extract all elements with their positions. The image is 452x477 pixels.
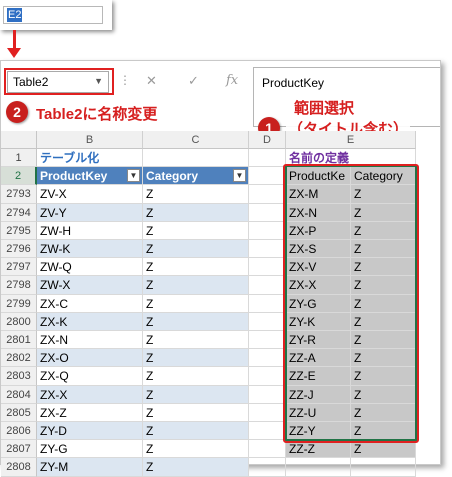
cell-d[interactable] <box>249 258 286 277</box>
cell-d[interactable] <box>249 276 286 295</box>
left-category-cell[interactable]: Z <box>143 203 249 222</box>
cell-d[interactable] <box>249 185 286 204</box>
left-productkey-cell[interactable]: ZY-D <box>37 422 143 441</box>
left-productkey-cell[interactable]: ZV-Y <box>37 203 143 222</box>
cell-d[interactable] <box>249 385 286 404</box>
table-header-productkey[interactable]: ProductKey ▼ <box>37 167 143 186</box>
name-box-snippet: E2 <box>0 0 112 30</box>
step2-badge: 2 <box>6 101 28 123</box>
left-category-cell[interactable]: Z <box>143 440 249 459</box>
column-header-b[interactable]: B <box>37 131 143 149</box>
left-category-cell[interactable]: Z <box>143 458 249 477</box>
left-category-cell[interactable]: Z <box>143 331 249 350</box>
cell-d[interactable] <box>249 403 286 422</box>
step2-label: Table2に名称変更 <box>34 103 160 124</box>
cell-c1[interactable] <box>143 149 249 168</box>
left-productkey-cell[interactable]: ZW-K <box>37 240 143 259</box>
cell-d[interactable] <box>249 331 286 350</box>
left-category-cell[interactable]: Z <box>143 258 249 277</box>
row-header[interactable]: 1 <box>1 149 37 168</box>
left-category-cell[interactable]: Z <box>143 294 249 313</box>
name-box-highlight <box>4 68 114 95</box>
filter-dropdown-icon[interactable]: ▼ <box>233 169 246 183</box>
row-header[interactable]: 2805 <box>1 403 37 422</box>
column-header-c[interactable]: C <box>143 131 249 149</box>
table-header-category-label: Category <box>146 169 199 184</box>
left-category-cell[interactable]: Z <box>143 367 249 386</box>
left-category-cell[interactable]: Z <box>143 422 249 441</box>
row-header[interactable]: 2806 <box>1 422 37 441</box>
row-header[interactable]: 2798 <box>1 276 37 295</box>
left-productkey-cell[interactable]: ZW-Q <box>37 258 143 277</box>
left-productkey-cell[interactable]: ZX-C <box>37 294 143 313</box>
row-header[interactable]: 2800 <box>1 312 37 331</box>
cell-f[interactable] <box>351 458 416 477</box>
left-category-cell[interactable]: Z <box>143 403 249 422</box>
left-category-cell[interactable]: Z <box>143 221 249 240</box>
cell-d[interactable] <box>249 349 286 368</box>
selection-highlight <box>283 164 419 443</box>
left-productkey-cell[interactable]: ZX-K <box>37 312 143 331</box>
table-header-productkey-label: ProductKey <box>40 169 108 184</box>
formula-bar-separator-icon: ⋮ <box>119 73 131 87</box>
left-productkey-cell[interactable]: ZW-X <box>37 276 143 295</box>
column-header-d[interactable]: D <box>249 131 286 149</box>
left-productkey-cell[interactable]: ZX-Q <box>37 367 143 386</box>
arrow-head-icon <box>7 48 21 58</box>
row-header[interactable]: 2793 <box>1 185 37 204</box>
cell-d1[interactable] <box>249 149 286 168</box>
cell-e[interactable] <box>286 458 351 477</box>
left-productkey-cell[interactable]: ZX-X <box>37 385 143 404</box>
row-header[interactable]: 2795 <box>1 221 37 240</box>
row-header[interactable]: 2802 <box>1 349 37 368</box>
cell-d[interactable] <box>249 458 286 477</box>
left-category-cell[interactable]: Z <box>143 385 249 404</box>
cell-d[interactable] <box>249 203 286 222</box>
left-productkey-cell[interactable]: ZX-O <box>37 349 143 368</box>
enter-icon[interactable]: ✓ <box>188 73 199 89</box>
formula-bar-actions: ✕ ✓ fx <box>138 71 248 93</box>
formula-input-value: ProductKey <box>262 76 325 90</box>
row-header[interactable]: 2799 <box>1 294 37 313</box>
cell-d[interactable] <box>249 422 286 441</box>
row-header[interactable]: 2796 <box>1 240 37 259</box>
name-box-snippet-value: E2 <box>7 8 23 22</box>
column-header-e[interactable]: E <box>286 131 416 149</box>
left-category-cell[interactable]: Z <box>143 185 249 204</box>
left-productkey-cell[interactable]: ZY-G <box>37 440 143 459</box>
grid-row: 2808 ZY-M Z <box>1 458 441 477</box>
left-productkey-cell[interactable]: ZV-X <box>37 185 143 204</box>
cell-d[interactable] <box>249 221 286 240</box>
filter-dropdown-icon[interactable]: ▼ <box>127 169 140 183</box>
cell-d[interactable] <box>249 294 286 313</box>
cell-d[interactable] <box>249 440 286 459</box>
cell-d[interactable] <box>249 367 286 386</box>
step1-label-line1: 範囲選択 <box>292 97 357 118</box>
cell-d2[interactable] <box>249 167 286 186</box>
row-header[interactable]: 2 <box>1 167 37 186</box>
left-productkey-cell[interactable]: ZX-Z <box>37 403 143 422</box>
cell-b1[interactable]: テーブル化 <box>37 149 143 168</box>
row-header[interactable]: 2804 <box>1 385 37 404</box>
left-category-cell[interactable]: Z <box>143 276 249 295</box>
left-productkey-cell[interactable]: ZY-M <box>37 458 143 477</box>
left-productkey-cell[interactable]: ZX-N <box>37 331 143 350</box>
cell-d[interactable] <box>249 240 286 259</box>
row-header[interactable]: 2803 <box>1 367 37 386</box>
name-box-snippet-input[interactable]: E2 <box>3 6 103 24</box>
cell-d[interactable] <box>249 312 286 331</box>
select-all-corner[interactable] <box>1 131 37 149</box>
left-category-cell[interactable]: Z <box>143 349 249 368</box>
row-header[interactable]: 2807 <box>1 440 37 459</box>
row-header[interactable]: 2794 <box>1 203 37 222</box>
row-header[interactable]: 2808 <box>1 458 37 477</box>
left-productkey-cell[interactable]: ZW-H <box>37 221 143 240</box>
insert-function-icon[interactable]: fx <box>226 73 238 88</box>
row-header[interactable]: 2801 <box>1 331 37 350</box>
table-header-category[interactable]: Category ▼ <box>143 167 249 186</box>
cancel-icon[interactable]: ✕ <box>146 73 157 89</box>
left-category-cell[interactable]: Z <box>143 312 249 331</box>
row-header[interactable]: 2797 <box>1 258 37 277</box>
left-category-cell[interactable]: Z <box>143 240 249 259</box>
